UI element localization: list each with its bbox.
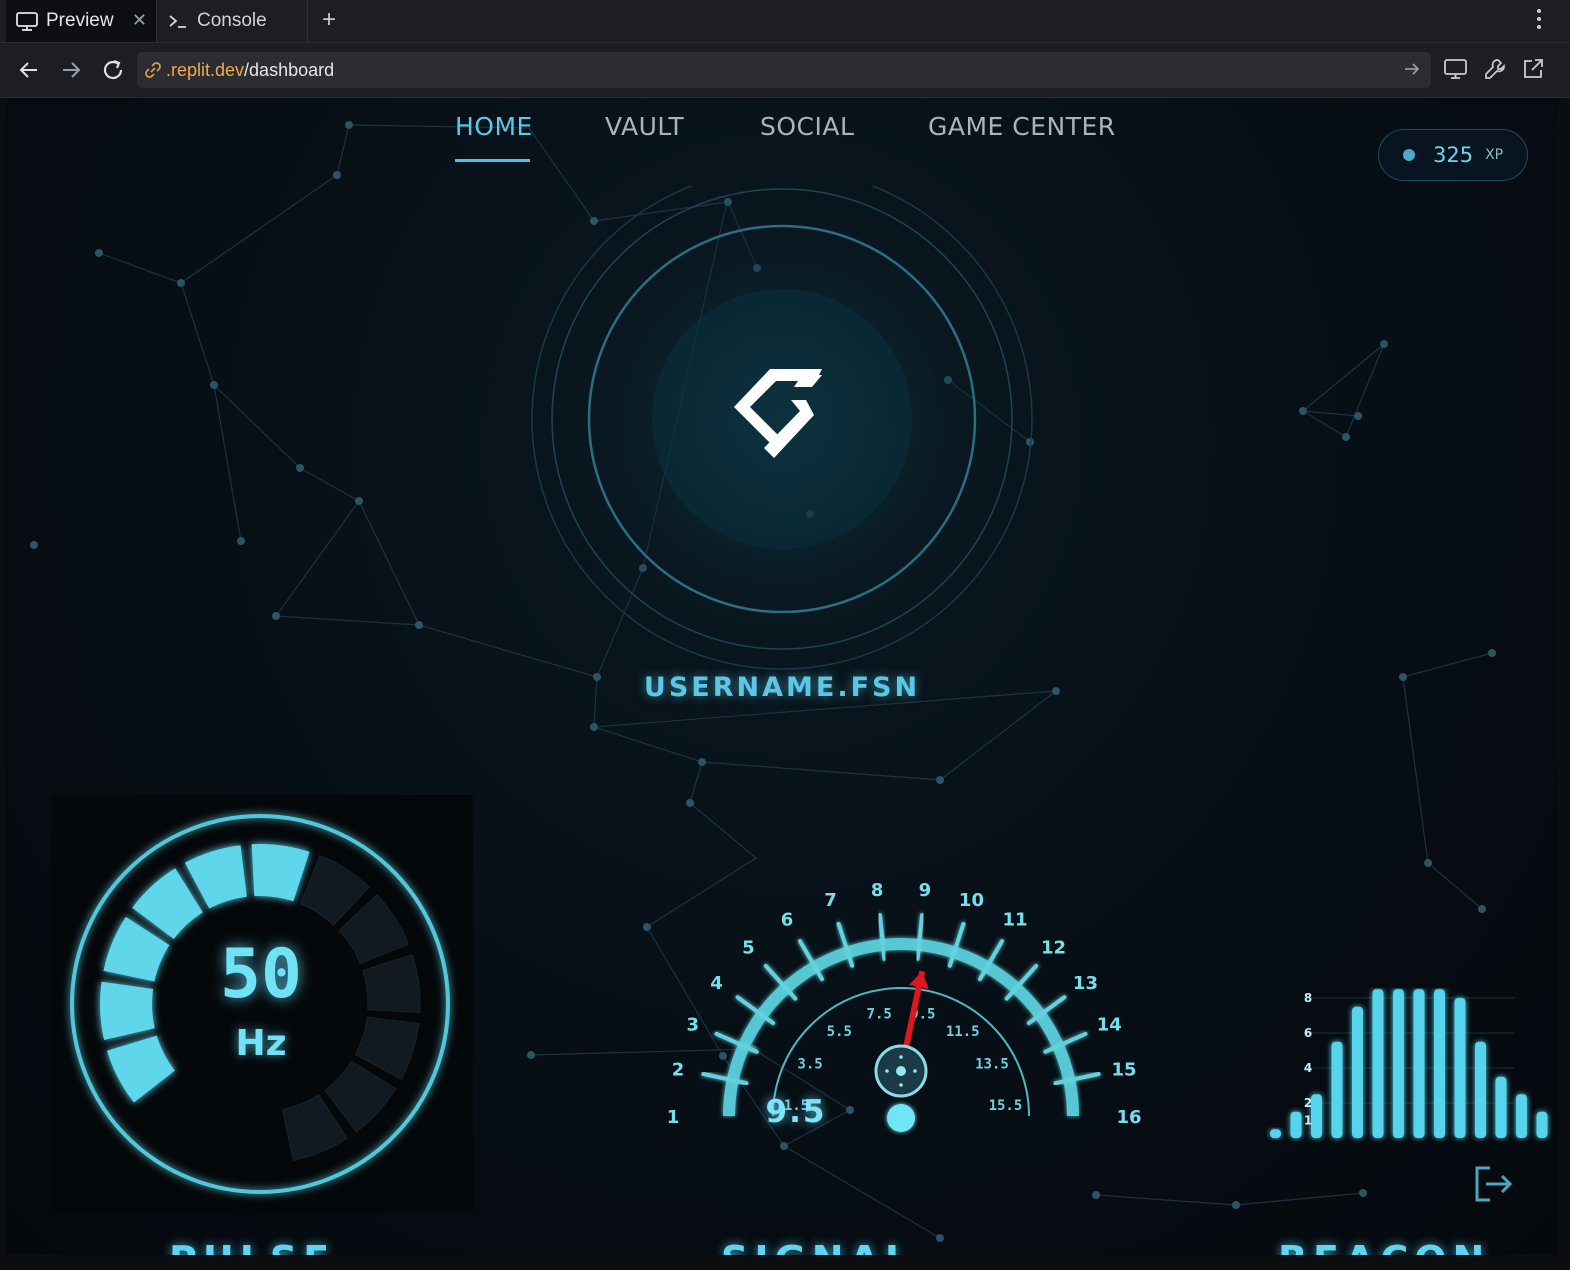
browser-address-bar: .replit.dev/dashboard xyxy=(0,43,1570,98)
signal-inner-tick-label: 13.5 xyxy=(975,1057,1009,1073)
terminal-icon xyxy=(167,11,189,31)
beacon-y-tick-label: 1 xyxy=(1304,1114,1312,1128)
signal-outer-tick-label: 4 xyxy=(710,973,723,994)
go-arrow-icon[interactable] xyxy=(1403,60,1421,83)
browser-tab-bar: Preview ✕ Console + xyxy=(0,0,1570,43)
signal-outer-tick-label: 1 xyxy=(667,1107,680,1128)
reload-icon[interactable] xyxy=(99,56,127,84)
signal-outer-tick-label: 15 xyxy=(1111,1060,1136,1081)
beacon-bar xyxy=(1434,989,1445,1138)
signal-gauge: 1234567 8 9 10111213141516 1.53.55.57.5 9.51… xyxy=(667,880,1142,1132)
tab-console[interactable]: Console xyxy=(157,0,308,42)
monitor-icon xyxy=(16,11,38,31)
tab-preview[interactable]: Preview ✕ xyxy=(6,0,157,42)
signal-outer-tick-label: 10 xyxy=(959,890,984,911)
beacon-bar xyxy=(1495,1076,1507,1138)
signal-inner-tick-label: 15.5 xyxy=(989,1098,1023,1114)
nav-vault[interactable]: VAULT xyxy=(605,112,684,141)
beacon-y-tick-label: 6 xyxy=(1304,1026,1312,1040)
profile-avatar[interactable] xyxy=(526,186,1038,676)
url-path: /dashboard xyxy=(244,59,335,80)
xp-status-dot xyxy=(1403,149,1415,161)
signal-outer-tick-label: 3 xyxy=(686,1014,699,1035)
url-field[interactable]: .replit.dev/dashboard xyxy=(137,52,1431,88)
tab-preview-label: Preview xyxy=(46,10,114,31)
beacon-bar xyxy=(1270,1129,1281,1138)
logout-icon[interactable] xyxy=(1472,1164,1516,1209)
signal-value: 9.5 xyxy=(765,1094,827,1130)
pulse-label: PULSE xyxy=(169,1238,335,1255)
pulse-segment-lit xyxy=(251,844,310,902)
beacon-bar xyxy=(1311,1094,1322,1138)
beacon-bar xyxy=(1413,989,1425,1138)
new-tab-plus-icon[interactable]: + xyxy=(322,6,336,34)
pulse-widget: 50 Hz xyxy=(51,795,473,1213)
nav-home[interactable]: HOME xyxy=(455,112,533,141)
beacon-bar xyxy=(1372,989,1384,1138)
signal-inner-tick-label: 11.5 xyxy=(946,1024,980,1040)
signal-label: SIGNAL xyxy=(721,1238,915,1255)
pulse-value: 50 xyxy=(220,935,302,1014)
external-link-icon[interactable] xyxy=(1521,57,1545,86)
signal-inner-tick-label: 5.5 xyxy=(827,1024,852,1040)
beacon-y-tick-label: 2 xyxy=(1304,1096,1312,1110)
beacon-bar xyxy=(1331,1041,1343,1138)
beacon-bar xyxy=(1290,1111,1302,1138)
xp-unit: XP xyxy=(1485,147,1504,163)
beacon-bar xyxy=(1475,1041,1486,1138)
forward-arrow-icon[interactable] xyxy=(57,56,85,84)
devices-icon[interactable] xyxy=(1443,57,1469,86)
nav-social[interactable]: SOCIAL xyxy=(760,112,854,141)
signal-major-tick xyxy=(877,913,887,961)
signal-outer-tick-label: 13 xyxy=(1073,973,1098,994)
signal-outer-tick-label: 6 xyxy=(781,910,794,931)
xp-badge: 325 XP xyxy=(1378,129,1528,181)
beacon-label: BEACON xyxy=(1278,1238,1490,1255)
username-label: USERNAME.FSN xyxy=(643,672,921,703)
beacon-chart: 8 6 4 2 1 xyxy=(1270,989,1548,1138)
signal-outer-tick-label: 8 xyxy=(871,880,884,901)
signal-outer-tick-label: 9 xyxy=(919,880,932,901)
signal-outer-tick-label: 2 xyxy=(672,1060,685,1081)
wrench-icon[interactable] xyxy=(1483,57,1507,86)
kebab-menu-icon[interactable] xyxy=(1536,8,1542,30)
beacon-bar xyxy=(1352,1006,1363,1138)
tab-console-label: Console xyxy=(197,10,267,31)
signal-major-tick xyxy=(915,913,925,961)
url-host: .replit.dev xyxy=(166,59,245,80)
nav-active-underline xyxy=(455,159,530,162)
nav-game-center[interactable]: GAME CENTER xyxy=(928,112,1116,141)
signal-base-dot xyxy=(887,1104,915,1132)
back-arrow-icon[interactable] xyxy=(15,56,43,84)
close-icon[interactable]: ✕ xyxy=(132,10,147,31)
beacon-y-tick-label: 8 xyxy=(1304,991,1312,1005)
beacon-bar xyxy=(1516,1094,1527,1138)
pulse-unit: Hz xyxy=(235,1023,287,1064)
beacon-y-tick-label: 4 xyxy=(1304,1061,1312,1075)
link-icon xyxy=(144,61,162,79)
xp-value: 325 xyxy=(1433,143,1474,167)
beacon-bar xyxy=(1536,1111,1548,1138)
dashboard-viewport: HOME VAULT SOCIAL GAME CENTER 325 XP USE… xyxy=(6,98,1558,1255)
signal-outer-tick-label: 11 xyxy=(1002,910,1027,931)
signal-inner-tick-label: 7.5 xyxy=(867,1006,892,1022)
beacon-bar xyxy=(1393,989,1404,1138)
signal-outer-tick-label: 12 xyxy=(1041,938,1066,959)
signal-inner-tick-label: 3.5 xyxy=(797,1057,822,1073)
signal-outer-tick-label: 7 xyxy=(824,890,837,911)
signal-outer-tick-label: 16 xyxy=(1116,1107,1141,1128)
beacon-bar xyxy=(1454,998,1466,1138)
signal-outer-tick-label: 5 xyxy=(742,938,755,959)
signal-outer-tick-label: 14 xyxy=(1097,1014,1122,1035)
